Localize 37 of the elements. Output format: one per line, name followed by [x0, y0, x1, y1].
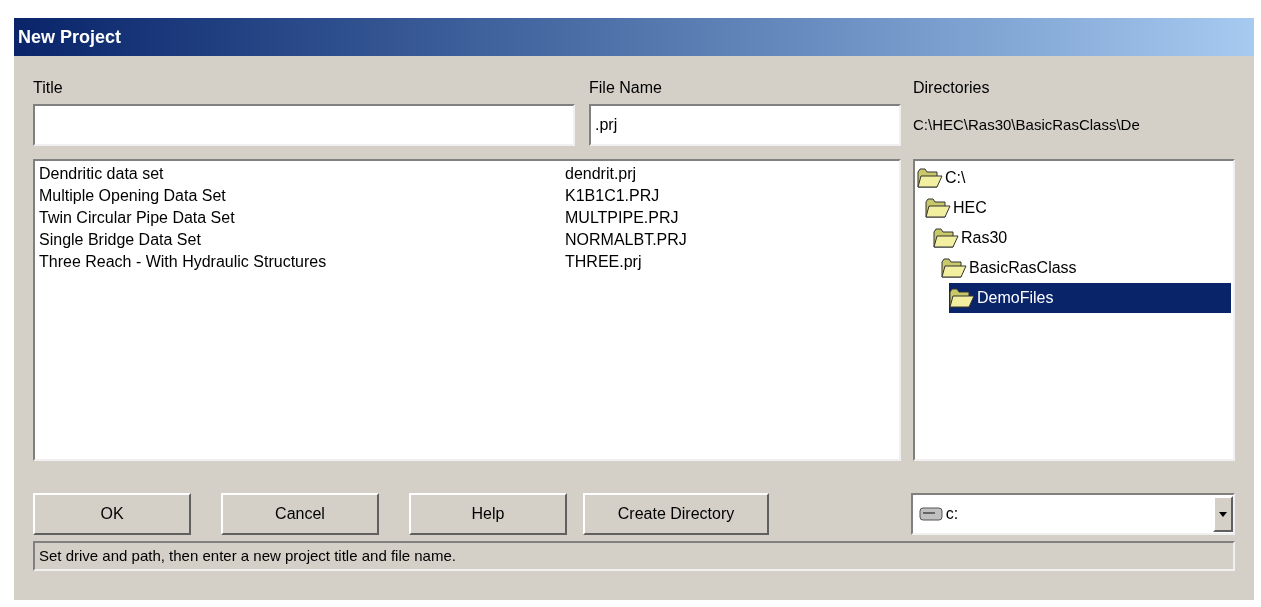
drive-value: c: — [945, 504, 960, 524]
caret-icon — [1219, 511, 1227, 517]
directories-label: Directories — [913, 78, 991, 98]
project-title[interactable]: Twin Circular Pipe Data Set — [39, 207, 565, 229]
folder-icon — [949, 287, 975, 309]
drive-dropdown[interactable]: c: — [910, 493, 1235, 535]
project-title[interactable]: Three Reach - With Hydraulic Structures — [39, 251, 565, 273]
project-file[interactable]: NORMALBT.PRJ — [565, 229, 687, 251]
folder-icon — [917, 167, 943, 189]
project-file[interactable]: THREE.prj — [565, 251, 642, 273]
project-title[interactable]: Multiple Opening Data Set — [39, 185, 565, 207]
dialog-button[interactable]: Cancel — [221, 493, 379, 535]
directory-item[interactable]: HEC — [925, 193, 1231, 223]
project-title[interactable]: Dendritic data set — [39, 163, 565, 185]
project-file[interactable]: dendrit.prj — [565, 163, 637, 185]
folder-icon — [941, 257, 967, 279]
folder-icon — [933, 227, 959, 249]
project-file[interactable]: K1B1C1.PRJ — [565, 185, 660, 207]
drive-icon — [918, 507, 943, 521]
dialog-button[interactable]: Create Directory — [583, 493, 769, 535]
directory-item[interactable]: BasicRasClass — [941, 253, 1231, 283]
project-file[interactable]: MULTPIPE.PRJ — [565, 207, 679, 229]
window-title: New Project — [14, 18, 1254, 56]
file-name-field[interactable]: .prj — [589, 104, 901, 146]
dialog-button[interactable]: Help — [409, 493, 567, 535]
title-label: Title — [33, 78, 64, 98]
file-name-label: File Name — [589, 78, 663, 98]
status-bar: Set drive and path, then enter a new project title and file name. — [33, 541, 1235, 571]
directory-path: C:\HEC\Ras30\BasicRasClass\De — [913, 114, 1141, 135]
dialog-button[interactable]: OK — [33, 493, 191, 535]
title-field[interactable] — [33, 104, 575, 146]
directory-item[interactable]: C:\ — [917, 163, 1231, 193]
project-title[interactable]: Single Bridge Data Set — [39, 229, 565, 251]
directory-item[interactable]: DemoFiles — [949, 283, 1231, 313]
dropdown-arrow-button[interactable] — [1213, 496, 1233, 532]
folder-icon — [925, 197, 951, 219]
directory-item[interactable]: Ras30 — [933, 223, 1231, 253]
